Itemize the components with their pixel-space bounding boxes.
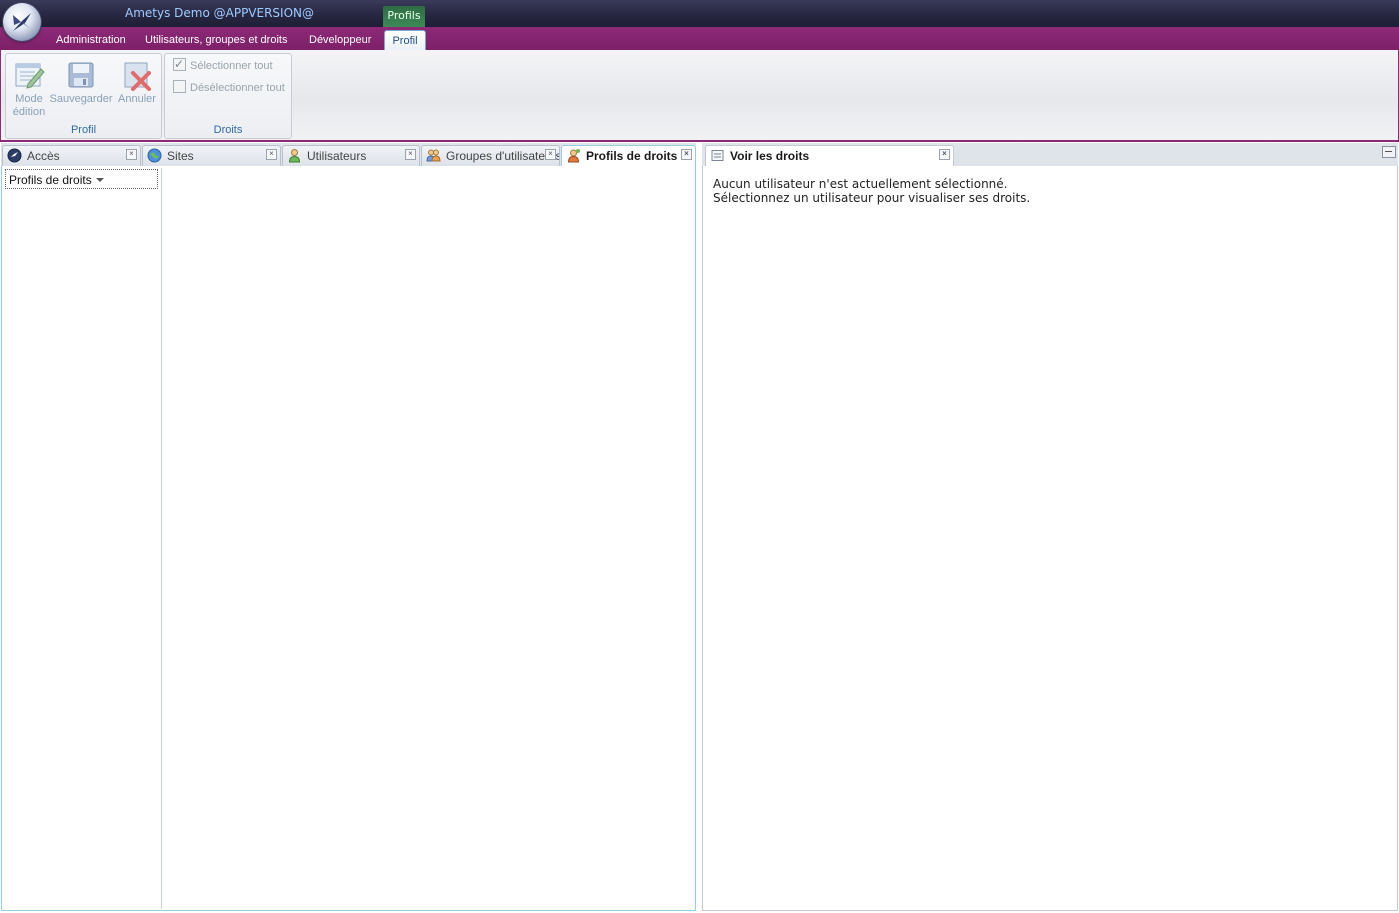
tab-profils-label: Profils de droits <box>586 149 678 163</box>
pin-icon[interactable] <box>1382 146 1396 158</box>
tab-acces[interactable]: Accès × <box>2 145 141 166</box>
globe-icon <box>147 148 162 163</box>
profil-group-label: Profil <box>70 124 97 136</box>
tab-profils-de-droits[interactable]: Profils de droits × <box>561 145 696 167</box>
close-icon[interactable]: × <box>405 149 416 160</box>
profile-icon <box>566 148 581 163</box>
app-title: Ametys Demo @APPVERSION@ <box>125 6 315 20</box>
tab-groupes-label: Groupes d'utilisateurs <box>446 149 560 163</box>
tab-profil[interactable]: Profil <box>384 30 426 51</box>
no-user-message-line1: Aucun utilisateur n'est actuellement sél… <box>713 177 1008 191</box>
tab-developer[interactable]: Développeur <box>309 30 371 50</box>
tab-sites[interactable]: Sites × <box>142 145 281 166</box>
tab-users-groups-rights[interactable]: Utilisateurs, groupes et droits <box>145 30 287 50</box>
profiles-tree: Profils de droits <box>4 168 162 909</box>
select-all-label: Sélectionner tout <box>190 60 273 72</box>
deselect-all-label: Désélectionner tout <box>190 82 285 94</box>
cancel-button[interactable]: Annuler <box>116 59 158 106</box>
left-panel-tabs: Accès × Sites × Utilisateurs × Groupes d… <box>1 143 696 167</box>
edit-mode-label-line1: Mode <box>15 93 43 105</box>
no-user-message-line2: Sélectionnez un utilisateur pour visuali… <box>713 191 1031 205</box>
deselect-all-checkbox[interactable]: Désélectionner tout <box>173 79 285 97</box>
ribbon-tab-strip: Administration Utilisateurs, groupes et … <box>0 27 1399 51</box>
profiles-tree-header[interactable]: Profils de droits <box>5 169 158 189</box>
close-icon[interactable]: × <box>266 149 277 160</box>
group-icon <box>426 148 441 163</box>
tab-voir-les-droits-label: Voir les droits <box>730 149 810 163</box>
rights-panel-body: Aucun utilisateur n'est actuellement sél… <box>702 166 1398 911</box>
user-icon <box>287 148 302 163</box>
app-logo-icon[interactable] <box>3 3 41 41</box>
save-icon <box>65 59 97 91</box>
cancel-label: Annuler <box>118 93 156 105</box>
right-panel-tabs: Voir les droits × <box>702 143 1398 167</box>
checkbox-checked-icon <box>173 55 186 73</box>
edit-mode-button[interactable]: Mode édition <box>10 59 48 119</box>
profiles-panel-body: Profils de droits <box>1 166 696 911</box>
select-all-checkbox[interactable]: Sélectionner tout <box>173 55 273 75</box>
edit-mode-label-line2: édition <box>12 106 46 118</box>
close-icon[interactable]: × <box>545 149 556 160</box>
close-icon[interactable]: × <box>939 149 950 160</box>
close-icon[interactable]: × <box>681 149 692 160</box>
close-icon[interactable]: × <box>126 149 137 160</box>
list-icon <box>710 148 725 163</box>
tab-sites-label: Sites <box>167 149 194 163</box>
no-user-message: Aucun utilisateur n'est actuellement sél… <box>713 177 1030 205</box>
ribbon: Mode édition Sauvegarder Annuler Profil … <box>0 50 1399 142</box>
edit-mode-icon <box>13 59 45 91</box>
rights-tool-panel: Voir les droits × Aucun utilisateur n'es… <box>702 143 1398 912</box>
tab-voir-les-droits[interactable]: Voir les droits × <box>705 145 954 167</box>
checkbox-unchecked-icon <box>173 80 186 93</box>
tab-groupes-utilisateurs[interactable]: Groupes d'utilisateurs × <box>421 145 560 166</box>
save-label: Sauvegarder <box>49 93 113 105</box>
save-button[interactable]: Sauvegarder <box>49 59 113 106</box>
tab-acces-label: Accès <box>27 149 60 163</box>
ribbon-group-profil: Mode édition Sauvegarder Annuler Profil <box>5 53 162 139</box>
access-icon <box>7 148 22 163</box>
tab-utilisateurs-label: Utilisateurs <box>307 149 367 163</box>
title-bar: Ametys Demo @APPVERSION@ Profils <box>0 0 1399 27</box>
tab-administration[interactable]: Administration <box>56 30 126 50</box>
ribbon-group-droits: Sélectionner tout Désélectionner tout Dr… <box>164 53 292 139</box>
context-tab-profils: Profils <box>383 6 425 27</box>
droits-group-label: Droits <box>213 124 243 136</box>
tab-utilisateurs[interactable]: Utilisateurs × <box>282 145 420 166</box>
left-tool-panel: Accès × Sites × Utilisateurs × Groupes d… <box>1 143 696 912</box>
cancel-icon <box>121 59 153 91</box>
chevron-down-icon <box>95 178 104 182</box>
profiles-tree-header-label: Profils de droits <box>9 173 92 187</box>
